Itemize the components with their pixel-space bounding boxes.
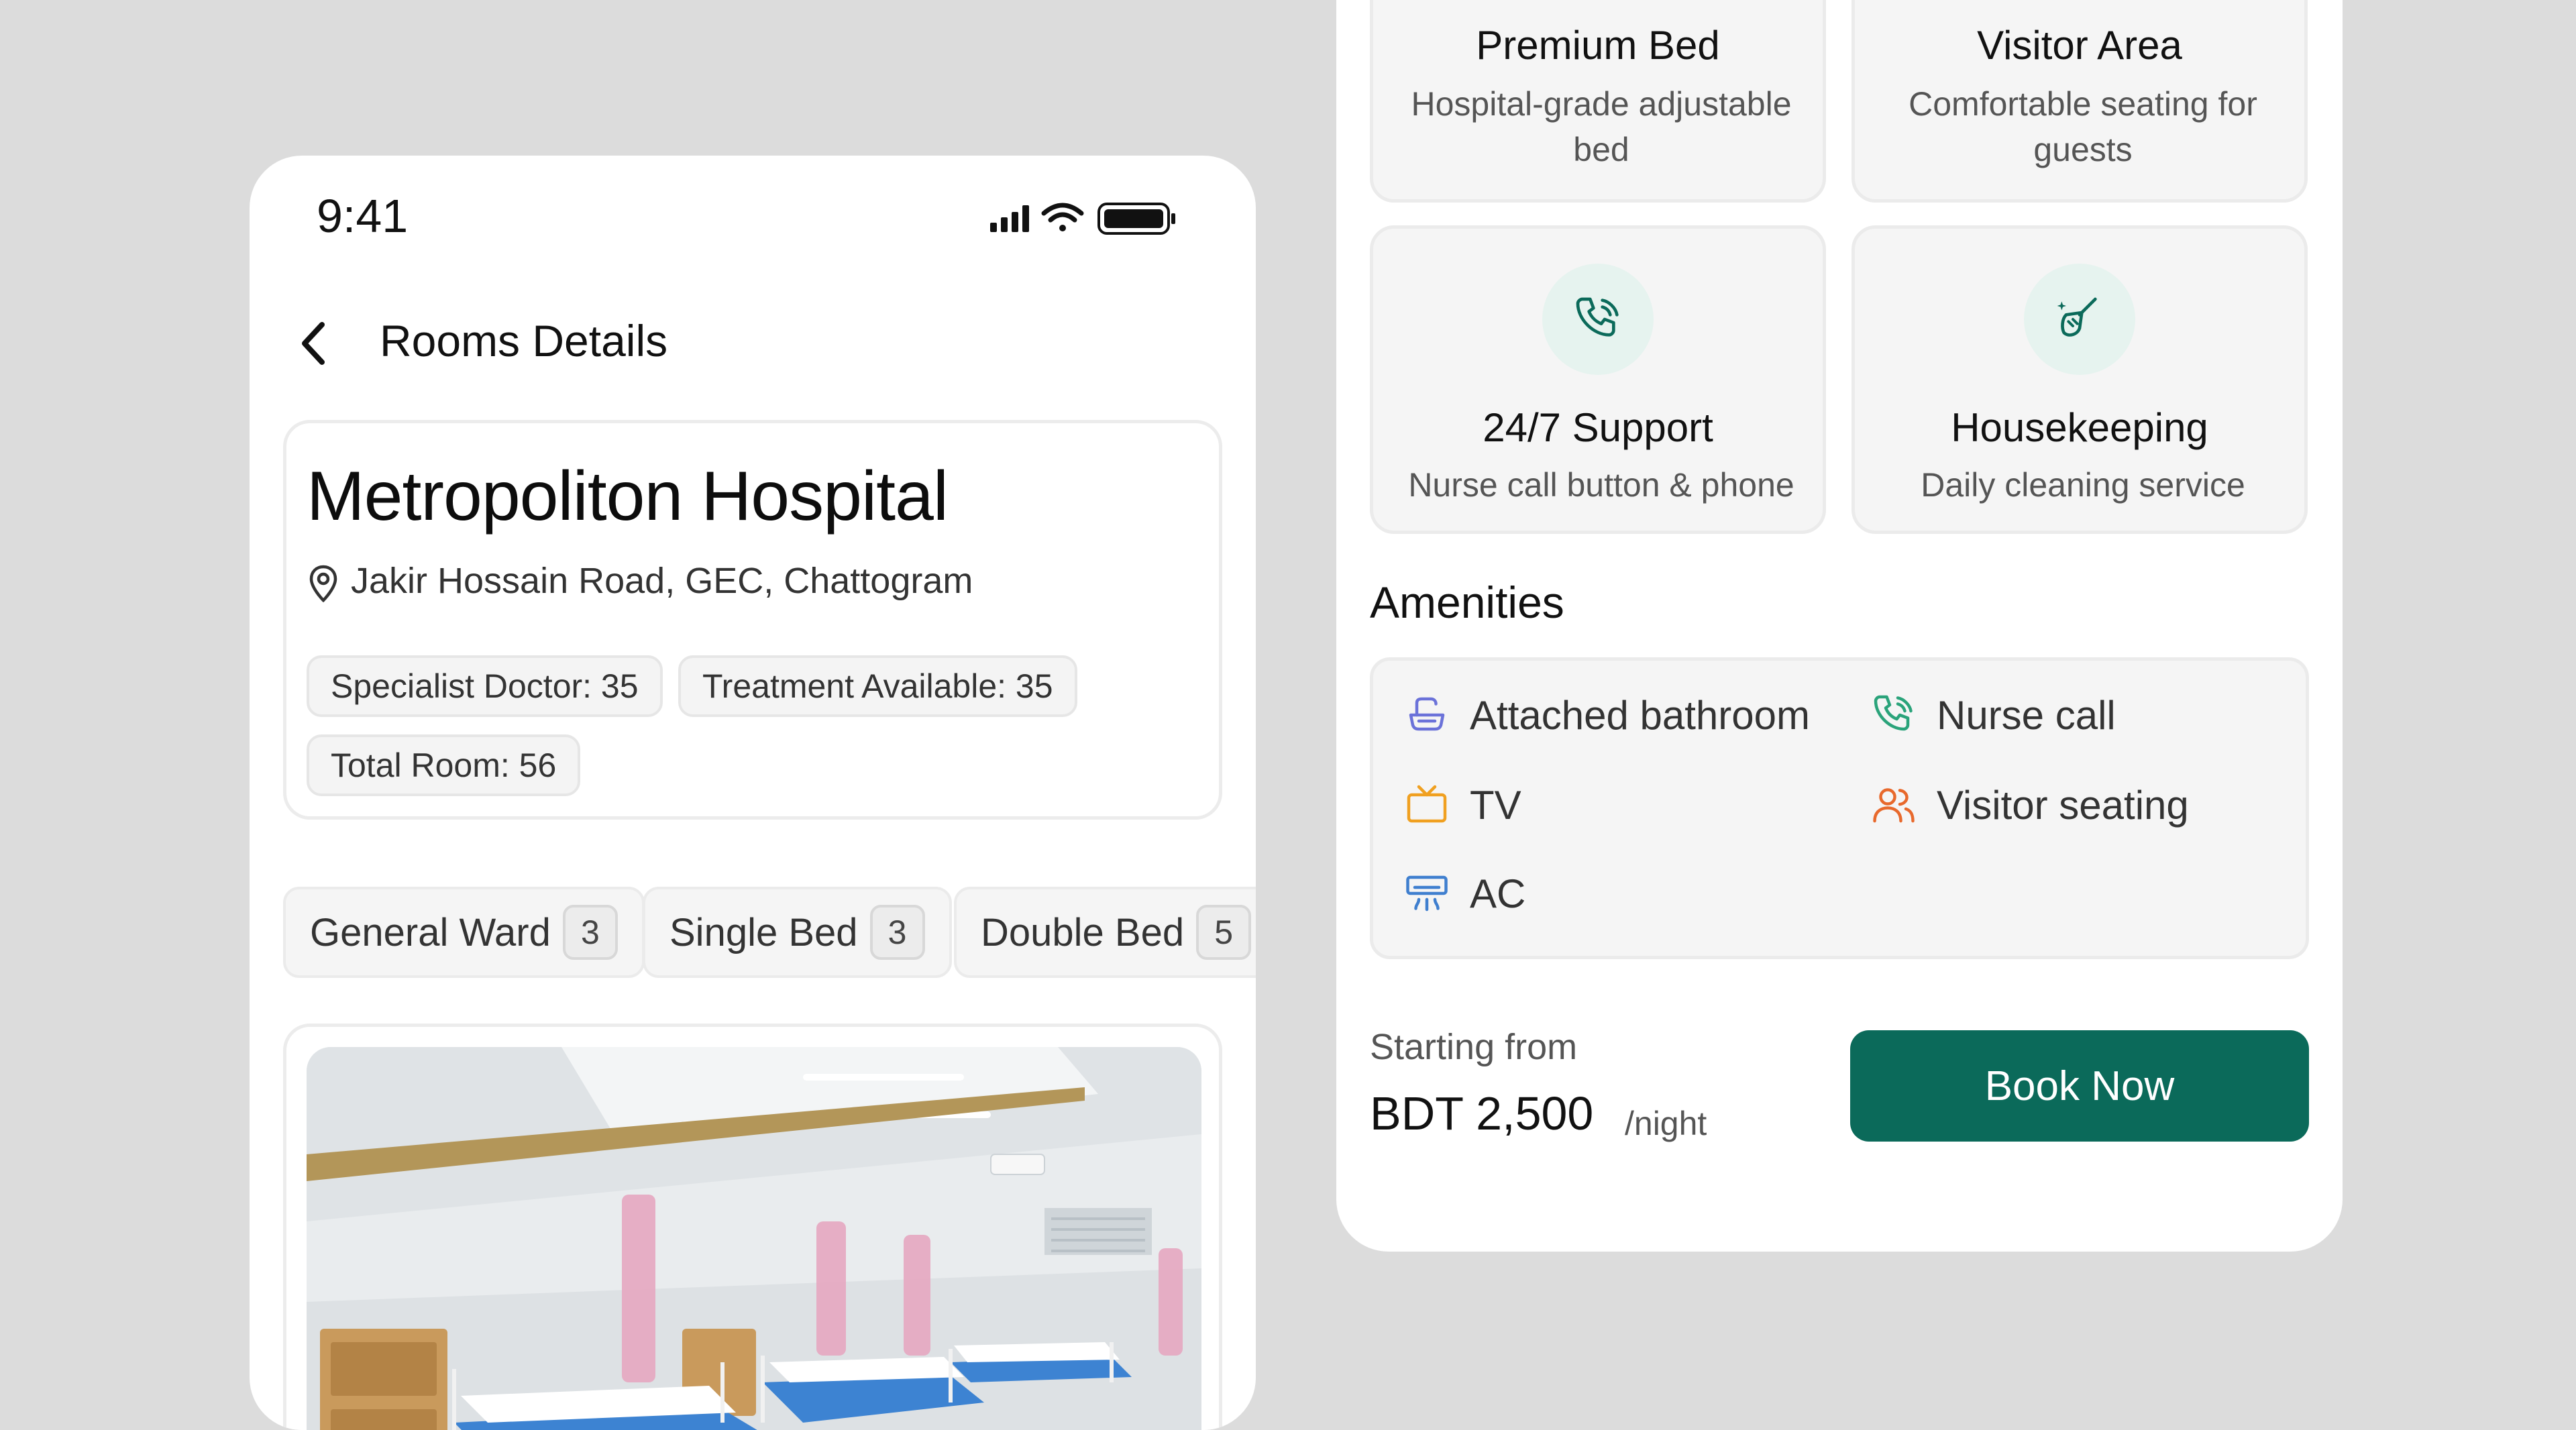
room-image-card <box>283 1024 1222 1430</box>
feature-desc: Hospital-grade adjustable bed <box>1411 85 1792 168</box>
room-photo <box>307 1047 1201 1430</box>
battery-icon <box>1097 203 1175 235</box>
feature-card-premium-bed: Premium Bed Hospital-grade adjustable be… <box>1370 0 1826 203</box>
feature-desc: Comfortable seating for guests <box>1909 85 2257 168</box>
status-time: 9:41 <box>317 190 409 242</box>
price-label: Starting from <box>1370 1027 1578 1067</box>
tab-count: 3 <box>869 905 925 960</box>
price-value: BDT 2,500 <box>1370 1087 1594 1140</box>
tab-label: Single Bed <box>669 910 858 954</box>
signal-icon <box>990 205 1029 232</box>
feature-title: Visitor Area <box>1977 23 2182 68</box>
amenities-heading: Amenities <box>1370 578 1564 627</box>
feature-title: Housekeeping <box>1951 405 2208 450</box>
amenity-tv: TV <box>1403 775 1521 835</box>
tab-count: 3 <box>562 905 618 960</box>
feature-icon-bg <box>1542 264 1654 375</box>
amenity-visitor-seating: Visitor seating <box>1870 775 2189 835</box>
left-phone-screen: 9:41 Rooms Details Metropoliton Hospital… <box>250 156 1256 1430</box>
amenity-label: Visitor seating <box>1937 782 2189 828</box>
location-pin-icon <box>309 565 337 603</box>
amenities-list: Attached bathroom Nurse call TV Visitor … <box>1370 657 2309 959</box>
phone-ring-icon <box>1576 297 1619 337</box>
amenity-label: AC <box>1470 871 1526 916</box>
tab-count: 5 <box>1196 905 1252 960</box>
tab-label: General Ward <box>310 910 551 954</box>
tab-single-bed[interactable]: Single Bed 3 <box>643 887 952 978</box>
tv-icon <box>1407 785 1447 823</box>
stat-chip-treatment: Treatment Available: 35 <box>678 655 1077 717</box>
hospital-name: Metropoliton Hospital <box>307 457 949 535</box>
wifi-icon <box>1041 203 1084 231</box>
feature-desc: Nurse call button & phone <box>1408 466 1794 504</box>
feature-title: Premium Bed <box>1476 23 1720 68</box>
feature-icon-bg <box>2024 264 2135 375</box>
amenity-attached-bathroom: Attached bathroom <box>1403 685 1810 745</box>
feature-card-support: 24/7 Support Nurse call button & phone <box>1370 225 1826 534</box>
stat-chip-total-room: Total Room: 56 <box>307 734 581 796</box>
price-unit: /night <box>1625 1105 1707 1142</box>
users-icon <box>1873 788 1915 823</box>
broom-icon <box>2057 297 2097 337</box>
tab-general-ward[interactable]: General Ward 3 <box>283 887 645 978</box>
back-chevron-icon[interactable] <box>297 317 330 370</box>
hospital-address: Jakir Hossain Road, GEC, Chattogram <box>351 561 973 601</box>
phone-ring-icon <box>1874 695 1913 731</box>
feature-desc: Daily cleaning service <box>1921 466 2245 504</box>
stat-chip-specialist: Specialist Doctor: 35 <box>307 655 663 717</box>
feature-title: 24/7 Support <box>1483 405 1713 450</box>
amenity-ac: AC <box>1403 863 1525 924</box>
status-icons <box>990 203 1175 235</box>
ac-icon <box>1406 875 1448 912</box>
feature-card-visitor-area: Visitor Area Comfortable seating for gue… <box>1851 0 2308 203</box>
ward-photo-illustration <box>307 1047 1201 1430</box>
amenity-label: Nurse call <box>1937 692 2116 738</box>
tab-label: Double Bed <box>981 910 1185 954</box>
right-phone-screen: Premium Bed Hospital-grade adjustable be… <box>1336 0 2343 1252</box>
page-title: Rooms Details <box>380 316 668 366</box>
amenity-label: Attached bathroom <box>1470 692 1810 738</box>
bathtub-icon <box>1409 697 1445 731</box>
amenity-nurse-call: Nurse call <box>1870 685 2116 745</box>
hospital-info-card: Metropoliton Hospital Jakir Hossain Road… <box>283 420 1222 820</box>
tab-double-bed[interactable]: Double Bed 5 <box>954 887 1256 978</box>
amenity-label: TV <box>1470 782 1521 828</box>
book-now-button[interactable]: Book Now <box>1850 1030 2309 1142</box>
feature-card-housekeeping: Housekeeping Daily cleaning service <box>1851 225 2308 534</box>
